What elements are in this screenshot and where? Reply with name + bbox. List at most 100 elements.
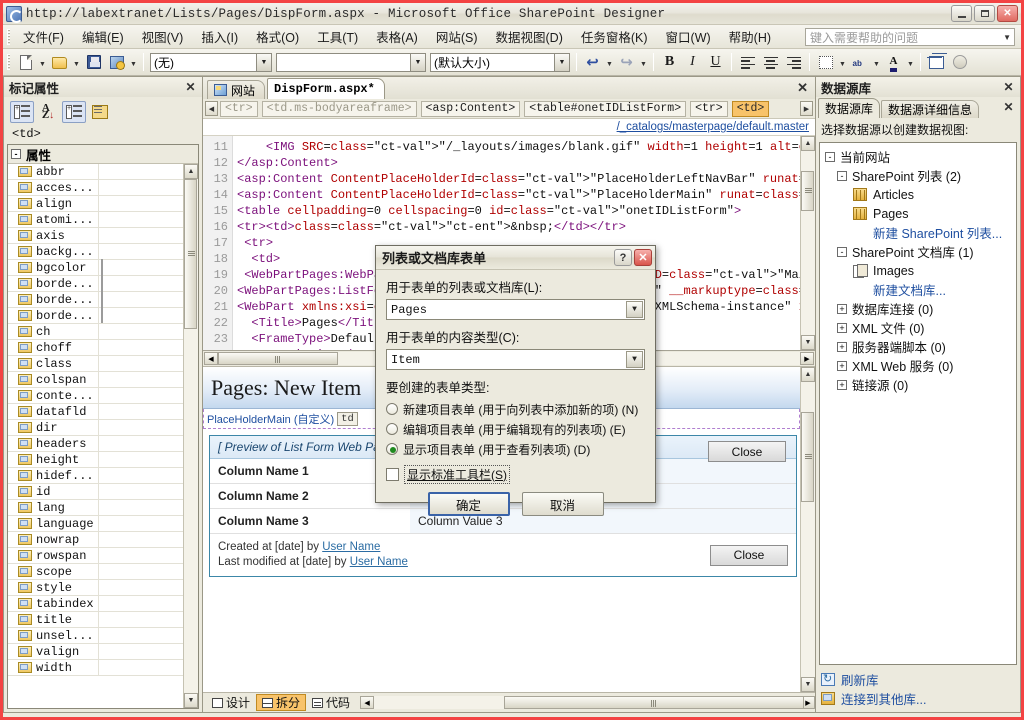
- close-icon[interactable]: ✕: [183, 79, 198, 94]
- font-size-combo[interactable]: (默认大小) ▼: [430, 52, 570, 72]
- menu-data-view[interactable]: 数据视图(D): [487, 24, 572, 49]
- property-value[interactable]: [98, 290, 183, 308]
- highlight-color-button[interactable]: ab: [849, 52, 870, 73]
- property-value[interactable]: [98, 627, 183, 644]
- ok-button[interactable]: 确定: [427, 492, 510, 516]
- quick-tag-chip-td-selected[interactable]: <td>: [731, 100, 770, 117]
- preview-dropdown-icon[interactable]: ▼: [128, 52, 139, 73]
- property-row[interactable]: dir: [8, 419, 183, 436]
- radio-new-item-form[interactable]: 新建项目表单 (用于向列表中添加新的项) (N): [386, 399, 645, 419]
- property-value-input[interactable]: [101, 274, 103, 291]
- scroll-thumb[interactable]: [801, 171, 814, 211]
- radio-display-item-form[interactable]: 显示项目表单 (用于查看列表项) (D): [386, 439, 645, 459]
- property-value[interactable]: [98, 195, 183, 212]
- menu-edit[interactable]: 编辑(E): [73, 24, 133, 49]
- tab-site[interactable]: 网站: [207, 80, 266, 99]
- property-value[interactable]: [98, 211, 183, 228]
- property-row[interactable]: colspan: [8, 371, 183, 388]
- menu-site[interactable]: 网站(S): [427, 24, 487, 49]
- borders-dropdown-icon[interactable]: ▼: [837, 52, 848, 73]
- close-button[interactable]: ✕: [997, 5, 1018, 22]
- property-row[interactable]: lang: [8, 499, 183, 516]
- chevron-down-icon[interactable]: ▼: [410, 53, 425, 71]
- connect-other-library-action[interactable]: 连接到其他库...: [821, 689, 1020, 708]
- property-value[interactable]: [98, 531, 183, 548]
- quick-tag-chip-tr-outer[interactable]: <tr>: [220, 100, 258, 117]
- property-row[interactable]: datafld: [8, 403, 183, 420]
- align-right-button[interactable]: [783, 52, 804, 73]
- bold-button[interactable]: B: [659, 52, 680, 73]
- property-value[interactable]: [98, 611, 183, 628]
- property-row[interactable]: id: [8, 483, 183, 500]
- menu-table[interactable]: 表格(A): [367, 24, 427, 49]
- align-center-button[interactable]: [760, 52, 781, 73]
- property-row[interactable]: scope: [8, 563, 183, 580]
- property-value[interactable]: [98, 435, 183, 452]
- checkbox-icon[interactable]: [386, 467, 399, 481]
- open-dropdown-icon[interactable]: ▼: [71, 52, 82, 73]
- data-source-tree[interactable]: - 当前网站 - SharePoint 列表 (2) Articles Pages 新建 S…: [819, 142, 1017, 665]
- expand-icon[interactable]: +: [837, 341, 847, 352]
- code-line[interactable]: <asp:Content ContentPlaceHolderId=class=…: [237, 171, 800, 187]
- edit-tag-button[interactable]: [88, 101, 112, 123]
- tree-node[interactable]: + 服务器端脚本 (0): [820, 337, 1016, 356]
- property-value[interactable]: [98, 659, 183, 676]
- scroll-down-icon[interactable]: ▼: [801, 677, 815, 692]
- property-value-input[interactable]: [101, 258, 103, 275]
- quick-tag-scroll-left-icon[interactable]: ◀: [205, 101, 218, 116]
- property-value[interactable]: [98, 274, 183, 292]
- property-value[interactable]: [98, 339, 183, 356]
- property-group-header[interactable]: - 属性: [8, 145, 198, 164]
- property-row[interactable]: rowspan: [8, 547, 183, 564]
- property-value[interactable]: [98, 579, 183, 596]
- tree-node[interactable]: 新建文档库...: [820, 280, 1016, 299]
- created-user-link[interactable]: User Name: [322, 541, 380, 553]
- menu-help[interactable]: 帮助(H): [720, 24, 780, 49]
- scroll-up-icon[interactable]: ▲: [801, 136, 815, 151]
- open-button[interactable]: [49, 52, 70, 73]
- scroll-track[interactable]: [801, 151, 815, 335]
- menu-format[interactable]: 格式(O): [247, 24, 308, 49]
- chevron-down-icon[interactable]: ▼: [626, 351, 643, 368]
- property-row[interactable]: hidef...: [8, 467, 183, 484]
- insert-table-button[interactable]: [926, 52, 947, 73]
- font-color-button[interactable]: A: [883, 52, 904, 73]
- maximize-button[interactable]: [974, 5, 995, 22]
- property-row[interactable]: language: [8, 515, 183, 532]
- menu-file[interactable]: 文件(F): [14, 24, 73, 49]
- scroll-thumb[interactable]: [184, 179, 197, 329]
- content-type-select[interactable]: Item ▼: [386, 349, 645, 370]
- minimize-button[interactable]: [951, 5, 972, 22]
- code-view-scrollbar[interactable]: ▲ ▼: [800, 136, 815, 350]
- property-grid-scrollbar[interactable]: ▲ ▼: [183, 164, 198, 708]
- property-value[interactable]: [98, 499, 183, 516]
- scroll-thumb[interactable]: [504, 696, 805, 709]
- radio-icon[interactable]: [386, 423, 398, 435]
- scroll-track[interactable]: [374, 696, 805, 709]
- property-row[interactable]: backg...: [8, 243, 183, 260]
- quick-tag-chip-tr[interactable]: <tr>: [690, 100, 728, 117]
- highlight-dropdown-icon[interactable]: ▼: [871, 52, 882, 73]
- radio-icon-selected[interactable]: [386, 443, 398, 455]
- property-row[interactable]: conte...: [8, 387, 183, 404]
- close-icon[interactable]: ✕: [1001, 99, 1016, 114]
- property-row[interactable]: borde...: [8, 274, 183, 292]
- dialog-help-button[interactable]: ?: [614, 249, 632, 266]
- property-value[interactable]: [98, 227, 183, 244]
- scroll-thumb[interactable]: [801, 412, 814, 502]
- code-line[interactable]: <IMG SRC=class="ct-val">"/_layouts/image…: [237, 139, 800, 155]
- show-set-properties-button[interactable]: +: [62, 101, 86, 123]
- show-standard-toolbar-checkbox-row[interactable]: 显示标准工具栏(S): [386, 463, 645, 485]
- borders-button[interactable]: [815, 52, 836, 73]
- property-value[interactable]: [98, 451, 183, 468]
- chevron-down-icon[interactable]: ▼: [554, 53, 569, 71]
- property-row[interactable]: valign: [8, 643, 183, 660]
- property-row[interactable]: abbr: [8, 164, 183, 180]
- menu-view[interactable]: 视图(V): [133, 24, 193, 49]
- font-color-dropdown-icon[interactable]: ▼: [905, 52, 916, 73]
- scroll-up-icon[interactable]: ▲: [184, 164, 198, 179]
- property-value[interactable]: [98, 515, 183, 532]
- property-value[interactable]: [98, 467, 183, 484]
- align-left-button[interactable]: [737, 52, 758, 73]
- code-line[interactable]: <tr><td>class=class="ct-val">"ct-ent">&n…: [237, 219, 800, 235]
